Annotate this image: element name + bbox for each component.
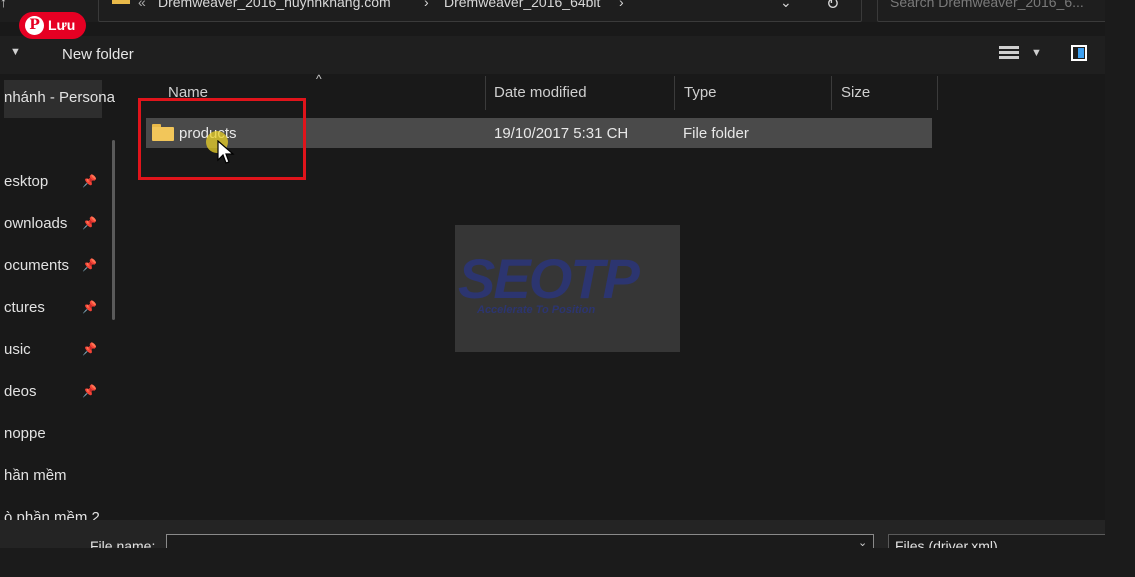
column-divider[interactable] — [485, 76, 486, 110]
search-placeholder: Search Dremweaver_2016_6... — [890, 0, 1084, 10]
nav-item-personal[interactable]: nhánh - Persona — [4, 89, 115, 106]
nav-scrollbar[interactable] — [112, 140, 115, 320]
file-name-input[interactable] — [166, 534, 874, 548]
organize-dropdown-icon[interactable]: ▼ — [10, 46, 21, 58]
pin-icon: 📌 — [82, 384, 97, 398]
file-type-filter-value: Files (driver.xml) — [895, 538, 998, 548]
watermark-brand: SEOTP — [458, 247, 640, 310]
column-divider[interactable] — [674, 76, 675, 110]
file-name-label: File name: — [90, 538, 156, 548]
file-type: File folder — [683, 125, 749, 142]
column-divider[interactable] — [831, 76, 832, 110]
pin-icon: 📌 — [82, 258, 97, 272]
chevron-down-icon[interactable]: ⌄ — [858, 536, 867, 548]
column-header-type[interactable]: Type — [684, 84, 717, 101]
column-divider[interactable] — [937, 76, 938, 110]
nav-item-music[interactable]: usic — [4, 341, 31, 358]
view-dropdown-icon[interactable]: ▼ — [1031, 47, 1042, 59]
chevron-down-icon[interactable]: ⌄ — [780, 0, 792, 11]
save-button-label: Lưu — [48, 17, 76, 33]
nav-item-phan-mem[interactable]: hần mềm — [4, 467, 67, 484]
breadcrumb-separator: › — [619, 0, 624, 10]
view-options-icon[interactable] — [999, 46, 1019, 63]
refresh-icon[interactable]: ↻ — [826, 0, 839, 14]
preview-pane-icon[interactable] — [1071, 45, 1087, 61]
new-folder-button[interactable]: New folder — [62, 46, 134, 63]
pin-icon: 📌 — [82, 216, 97, 230]
column-header-date[interactable]: Date modified — [494, 84, 587, 101]
up-arrow-icon[interactable]: ↑ — [0, 0, 7, 10]
nav-item-documents[interactable]: ocuments — [4, 257, 69, 274]
watermark-tagline: Accelerate To Position — [477, 304, 596, 316]
pin-icon: 📌 — [82, 342, 97, 356]
pinterest-icon: P — [25, 16, 44, 35]
navigation-pane — [0, 74, 128, 520]
nav-item-downloads[interactable]: ownloads — [4, 215, 67, 232]
file-dialog: ↑ « Dremweaver_2016_huynhkhang.com › Dre… — [0, 0, 1105, 548]
folder-icon — [112, 0, 130, 4]
sort-ascending-icon: ^ — [316, 72, 322, 86]
breadcrumb-chevron-icon: « — [138, 0, 146, 10]
pin-icon: 📌 — [82, 300, 97, 314]
nav-item-desktop[interactable]: esktop — [4, 173, 48, 190]
nav-item-shoppe[interactable]: noppe — [4, 425, 46, 442]
nav-item-pictures[interactable]: ctures — [4, 299, 45, 316]
column-header-size[interactable]: Size — [841, 84, 870, 101]
breadcrumb-separator: › — [424, 0, 429, 10]
file-date: 19/10/2017 5:31 CH — [494, 125, 629, 142]
pin-icon: 📌 — [82, 174, 97, 188]
breadcrumb-item[interactable]: Dremweaver_2016_64bit — [444, 0, 600, 10]
breadcrumb-item[interactable]: Dremweaver_2016_huynhkhang.com — [158, 0, 391, 10]
nav-item-videos[interactable]: deos — [4, 383, 37, 400]
toolbar — [0, 36, 1105, 74]
mouse-cursor-icon — [217, 140, 235, 164]
